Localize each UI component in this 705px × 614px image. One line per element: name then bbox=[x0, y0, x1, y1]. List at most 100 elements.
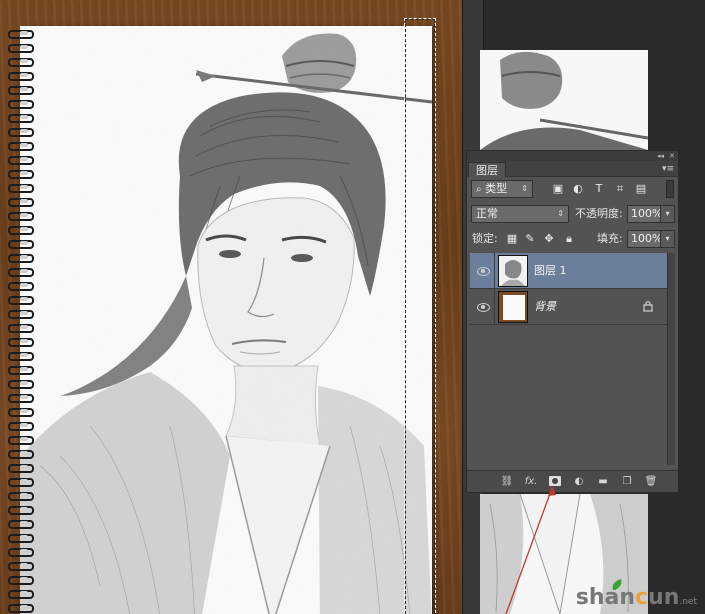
layers-scrollbar[interactable] bbox=[667, 253, 675, 465]
layers-list: 图层 1 背景 bbox=[470, 251, 668, 466]
spiral-ring bbox=[6, 310, 34, 319]
filter-kind-select[interactable]: ⌕ 类型 ⇕ bbox=[471, 180, 533, 198]
collapse-icon[interactable]: ◂◂ bbox=[657, 151, 664, 161]
eye-icon[interactable] bbox=[476, 264, 490, 278]
layer1-thumb-sketch bbox=[501, 260, 525, 286]
spiral-ring bbox=[6, 198, 34, 207]
spiral-ring bbox=[6, 338, 34, 347]
close-icon[interactable]: ✕ bbox=[669, 151, 675, 161]
lock-label: 锁定: bbox=[472, 232, 498, 245]
layer-mask-icon[interactable] bbox=[547, 474, 563, 490]
lock-image-icon[interactable]: ✎ bbox=[523, 232, 537, 246]
spiral-ring bbox=[6, 296, 34, 305]
spiral-ring bbox=[6, 58, 34, 67]
chevron-down-icon[interactable]: ▾ bbox=[660, 206, 674, 222]
blend-row: 正常 ⇕ 不透明度: 100% ▾ bbox=[467, 205, 678, 225]
watermark-suffix: un bbox=[648, 585, 680, 610]
spiral-ring bbox=[6, 86, 34, 95]
spiral-ring bbox=[6, 254, 34, 263]
spiral-ring bbox=[6, 380, 34, 389]
fill-field[interactable]: 100% ▾ bbox=[627, 230, 675, 248]
panel-tab-row: 图层 ▾≡ bbox=[467, 161, 678, 177]
search-icon: ⌕ bbox=[476, 184, 482, 195]
spiral-ring bbox=[6, 226, 34, 235]
lock-all-icon[interactable]: 🔒︎ bbox=[562, 232, 576, 246]
panel-footer: ⛓ fx. ◐ ▬ ❐ 🗑︎ bbox=[467, 470, 678, 492]
adjustment-filter-icon[interactable]: ◐ bbox=[571, 182, 585, 196]
lock-transparent-icon[interactable]: ▦ bbox=[505, 232, 519, 246]
layer-thumbnail bbox=[498, 291, 528, 323]
panel-menu-icon[interactable]: ▾≡ bbox=[662, 163, 674, 175]
spiral-ring bbox=[6, 520, 34, 529]
adjustment-layer-icon[interactable]: ◐ bbox=[571, 474, 587, 490]
layer-name[interactable]: 背景 bbox=[534, 299, 556, 315]
panel-titlebar[interactable]: ◂◂ ✕ bbox=[467, 151, 678, 161]
chevron-down-icon[interactable]: ▾ bbox=[660, 231, 674, 247]
spiral-ring bbox=[6, 590, 34, 599]
spiral-ring bbox=[6, 324, 34, 333]
spiral-ring bbox=[6, 142, 34, 151]
layers-panel: ◂◂ ✕ 图层 ▾≡ ⌕ 类型 ⇕ ▣ ◐ T ⌗ ▤ 正常 ⇕ 不透明度: 1… bbox=[466, 150, 679, 493]
layer-row-background[interactable]: 背景 bbox=[470, 289, 668, 325]
opacity-label: 不透明度: bbox=[575, 207, 623, 220]
blend-mode-value: 正常 bbox=[476, 207, 498, 220]
spiral-ring bbox=[6, 394, 34, 403]
spiral-ring bbox=[6, 506, 34, 515]
spiral-ring bbox=[6, 562, 34, 571]
spiral-ring bbox=[6, 100, 34, 109]
layer-name[interactable]: 图层 1 bbox=[534, 263, 567, 279]
preview-top bbox=[480, 50, 648, 150]
spiral-ring bbox=[6, 268, 34, 277]
opacity-field[interactable]: 100% ▾ bbox=[627, 205, 675, 223]
spiral-ring bbox=[6, 408, 34, 417]
type-filter-icon[interactable]: T bbox=[592, 182, 606, 196]
watermark-accent: c bbox=[634, 585, 649, 610]
filter-kind-label: 类型 bbox=[485, 182, 508, 195]
blend-mode-select[interactable]: 正常 ⇕ bbox=[471, 205, 569, 223]
divider bbox=[494, 289, 495, 325]
watermark-prefix: shan bbox=[575, 585, 635, 610]
preview-sketch-top bbox=[480, 51, 648, 150]
spiral-ring bbox=[6, 44, 34, 53]
sketch-paper bbox=[20, 26, 432, 614]
filter-row: ⌕ 类型 ⇕ ▣ ◐ T ⌗ ▤ bbox=[467, 180, 678, 200]
opacity-value: 100% bbox=[631, 207, 663, 220]
divider bbox=[494, 253, 495, 289]
tab-layers[interactable]: 图层 bbox=[468, 162, 506, 177]
spiral-ring bbox=[6, 184, 34, 193]
pixel-filter-icon[interactable]: ▣ bbox=[551, 182, 565, 196]
trash-icon[interactable]: 🗑︎ bbox=[643, 474, 659, 490]
filter-toggle[interactable] bbox=[666, 180, 674, 198]
spiral-ring bbox=[6, 156, 34, 165]
spiral-ring bbox=[6, 422, 34, 431]
spiral-ring bbox=[6, 492, 34, 501]
spiral-ring bbox=[6, 604, 34, 613]
selection-marquee[interactable] bbox=[404, 18, 436, 614]
spiral-ring bbox=[6, 436, 34, 445]
shape-filter-icon[interactable]: ⌗ bbox=[613, 182, 627, 196]
lock-icon bbox=[643, 300, 653, 312]
fx-icon[interactable]: fx. bbox=[523, 474, 539, 490]
link-layers-icon[interactable]: ⛓ bbox=[499, 474, 515, 490]
spiral-ring bbox=[6, 170, 34, 179]
chevron-updown-icon: ⇕ bbox=[557, 209, 564, 218]
layer-row-layer1[interactable]: 图层 1 bbox=[470, 253, 668, 289]
spiral-ring bbox=[6, 366, 34, 375]
spiral-ring bbox=[6, 72, 34, 81]
fill-label: 填充: bbox=[597, 232, 623, 245]
new-layer-icon[interactable]: ❐ bbox=[619, 474, 635, 490]
spiral-ring bbox=[6, 548, 34, 557]
eye-icon[interactable] bbox=[476, 300, 490, 314]
spiral-ring bbox=[6, 450, 34, 459]
group-icon[interactable]: ▬ bbox=[595, 474, 611, 490]
chevron-updown-icon: ⇕ bbox=[521, 184, 528, 193]
watermark: shancun.net bbox=[576, 585, 697, 610]
fill-value: 100% bbox=[631, 232, 663, 245]
smart-object-filter-icon[interactable]: ▤ bbox=[634, 182, 648, 196]
thumb-paper bbox=[503, 295, 525, 320]
spiral-ring bbox=[6, 212, 34, 221]
notebook-spiral bbox=[6, 30, 34, 614]
document-canvas[interactable] bbox=[0, 0, 462, 614]
spiral-ring bbox=[6, 282, 34, 291]
lock-position-icon[interactable]: ✥ bbox=[542, 232, 556, 246]
